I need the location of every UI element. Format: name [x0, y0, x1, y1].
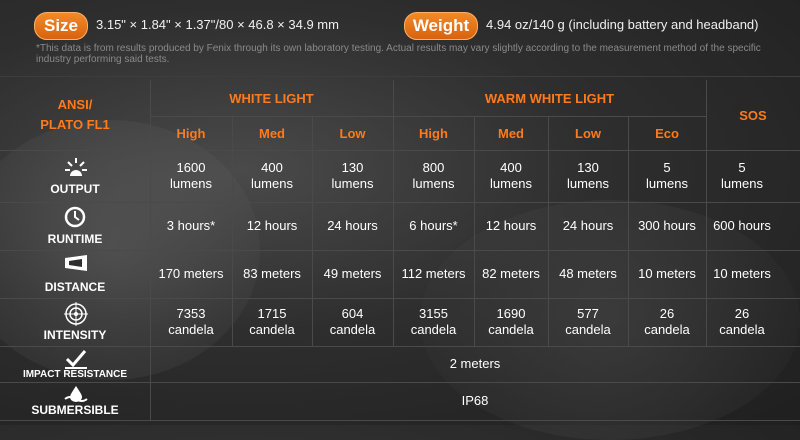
table-cell: 7353 candela — [168, 306, 214, 337]
table-cell: 83 meters — [243, 266, 301, 281]
weight-pill: Weight — [404, 12, 478, 40]
table-cell: 600 hours — [713, 218, 771, 233]
row-label-submersible: SUBMERSIBLE — [0, 382, 150, 420]
table-cell: 26 candela — [719, 306, 765, 337]
table-corner-label: ANSI/PLATO FL1 — [40, 97, 110, 132]
row-label-output: OUTPUT — [0, 150, 150, 202]
table-cell: 300 hours — [638, 218, 696, 233]
target-icon — [64, 302, 88, 326]
row-label-intensity: INTENSITY — [0, 298, 150, 346]
table-cell: 577 candela — [565, 306, 611, 337]
row-label-distance: DISTANCE — [0, 250, 150, 298]
clock-icon — [64, 206, 86, 228]
beam-icon — [64, 254, 87, 276]
table-cell: 12 hours — [485, 218, 537, 233]
row-label-text: IMPACT RESISTANCE — [22, 368, 128, 380]
table-cell: 604 candela — [329, 306, 376, 337]
table-cell: 6 hours* — [409, 218, 458, 233]
weight-value: 4.94 oz/140 g (including battery and hea… — [486, 17, 759, 32]
spec-bar: Size 3.15" × 1.84" × 1.37"/80 × 46.8 × 3… — [0, 0, 800, 70]
submersible-value: IP68 — [461, 393, 489, 408]
mode-header: Med — [259, 125, 285, 141]
mode-header: Low — [575, 125, 601, 141]
table-cell: 48 meters — [559, 266, 617, 281]
table-cell: 24 hours — [327, 218, 378, 233]
table-cell: 1600 lumens — [170, 160, 212, 191]
impact-resistance-value: 2 meters — [449, 356, 501, 371]
table-cell: 3155 candela — [410, 306, 457, 337]
disclaimer: *This data is from results produced by F… — [36, 43, 761, 65]
white-light-header: WHITE LIGHT — [229, 90, 314, 106]
row-label-text: INTENSITY — [43, 328, 107, 342]
row-label-impact-resistance: IMPACT RESISTANCE — [0, 346, 150, 382]
row-label-text: OUTPUT — [50, 182, 100, 196]
impact-icon — [64, 349, 87, 369]
table-cell: 1690 candela — [488, 306, 534, 337]
mode-header: High — [176, 125, 206, 141]
row-label-runtime: RUNTIME — [0, 202, 150, 250]
table-cell: 12 hours — [246, 218, 298, 233]
mode-header: Eco — [655, 125, 679, 141]
table-cell: 5 lumens — [646, 160, 688, 191]
table-cell: 400 lumens — [490, 160, 532, 191]
table-cell: 3 hours* — [166, 218, 216, 233]
table-cell: 24 hours — [562, 218, 614, 233]
table-cell: 49 meters — [323, 266, 382, 281]
table-cell: 1715 candela — [249, 306, 295, 337]
table-cell: 112 meters — [401, 266, 466, 281]
table-cell: 170 meters — [158, 266, 224, 281]
table-cell: 800 lumens — [412, 160, 455, 191]
row-label-text: SUBMERSIBLE — [31, 403, 119, 417]
table-cell: 10 meters — [713, 266, 771, 281]
sunburst-icon — [64, 156, 87, 178]
table-cell: 26 candela — [644, 306, 690, 337]
table-cell: 130 lumens — [331, 160, 374, 191]
table-cell: 130 lumens — [567, 160, 609, 191]
mode-header: High — [419, 125, 448, 141]
row-label-text: RUNTIME — [47, 232, 103, 246]
mode-header: Low — [339, 125, 366, 141]
table-cell: 400 lumens — [251, 160, 293, 191]
size-value: 3.15" × 1.84" × 1.37"/80 × 46.8 × 34.9 m… — [96, 17, 339, 32]
table-cell: 82 meters — [482, 266, 540, 281]
table-cell: 10 meters — [638, 266, 696, 281]
grid-line — [0, 420, 800, 421]
water-drop-icon — [64, 385, 88, 402]
sos-header: SOS — [739, 107, 767, 123]
size-pill: Size — [34, 12, 88, 40]
mode-header: Med — [498, 125, 524, 141]
table-cell: 5 lumens — [721, 160, 763, 191]
row-label-text: DISTANCE — [44, 280, 106, 294]
warm-white-light-header: WARM WHITE LIGHT — [484, 90, 615, 106]
